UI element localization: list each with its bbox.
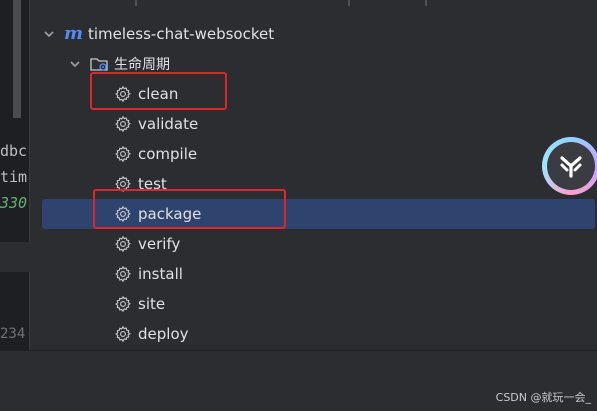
code-line: tim <box>0 168 28 186</box>
phase-label: validate <box>138 115 199 133</box>
code-line: 330 <box>0 194 28 212</box>
tree-node-project[interactable]: m timeless-chat-websocket <box>42 19 595 49</box>
phase-verify[interactable]: verify <box>114 229 595 259</box>
chevron-down-icon[interactable] <box>68 57 82 71</box>
folder-gear-icon <box>90 58 108 71</box>
gear-icon <box>115 235 131 253</box>
bottom-panel: CSDN @就玩一会_ <box>0 350 597 411</box>
editor-pane: dbc tim 330 234 <box>0 0 30 350</box>
annotation-box-clean <box>90 72 227 110</box>
code-line: dbc <box>0 142 28 160</box>
gear-icon <box>115 115 131 133</box>
lifecycle-folder-label: 生命周期 <box>114 57 170 73</box>
annotation-box-package <box>93 189 286 229</box>
gear-icon <box>115 325 131 343</box>
phase-label: compile <box>138 145 198 163</box>
ai-assistant-button[interactable] <box>542 137 597 195</box>
gear-icon <box>115 145 131 163</box>
phase-label: install <box>138 265 183 283</box>
phase-site[interactable]: site <box>114 289 595 319</box>
phase-label: verify <box>138 235 181 253</box>
assistant-logo-icon <box>560 156 582 178</box>
phase-label: site <box>138 295 166 313</box>
line-number: 234 <box>0 326 26 342</box>
watermark-text: CSDN @就玩一会_ <box>495 391 591 404</box>
gear-icon <box>115 265 131 283</box>
phase-install[interactable]: install <box>114 259 595 289</box>
chevron-down-icon[interactable] <box>42 27 56 41</box>
phase-deploy[interactable]: deploy <box>114 319 595 349</box>
maven-icon: m <box>64 23 84 44</box>
gear-icon <box>115 295 131 313</box>
phase-label: deploy <box>138 325 189 343</box>
phase-compile[interactable]: compile <box>114 139 595 169</box>
editor-scrollbar[interactable] <box>13 0 21 118</box>
maven-tree: m timeless-chat-websocket 生命周期 clean val… <box>30 6 597 350</box>
phase-validate[interactable]: validate <box>114 109 595 139</box>
project-name: timeless-chat-websocket <box>88 25 275 43</box>
editor-divider <box>0 242 30 272</box>
